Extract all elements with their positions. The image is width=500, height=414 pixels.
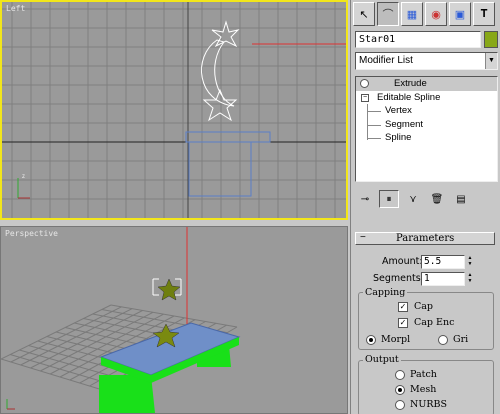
morph-label: Morpl — [381, 334, 411, 345]
configure-sets-icon[interactable]: ▤ — [451, 190, 471, 208]
perspective-viewport-label[interactable]: Perspective — [5, 229, 58, 238]
tree-branch — [367, 111, 381, 112]
cap-start-label: Cap — [414, 301, 434, 312]
stack-subitem-spline[interactable]: Spline — [356, 131, 497, 145]
modifier-list-dropdown[interactable]: Modifier List ▼ — [355, 52, 498, 70]
grid-radio[interactable] — [438, 335, 448, 345]
object-color-swatch[interactable] — [484, 31, 498, 48]
star-shape-top[interactable] — [211, 20, 240, 48]
cursor-arrow-icon: ↖ — [359, 8, 369, 21]
stack-subitem-segment[interactable]: Segment — [356, 118, 497, 132]
create-tab[interactable]: ↖ — [353, 2, 375, 26]
modifier-stack[interactable]: Extrude − Editable Spline Vertex Segment… — [355, 76, 498, 182]
morph-radio[interactable] — [366, 335, 376, 345]
tree-branch — [367, 124, 381, 126]
motion-icon: ◉ — [431, 8, 441, 21]
stack-item-label: Spline — [385, 132, 412, 143]
modifier-list-label: Modifier List — [359, 55, 413, 66]
svg-text:z: z — [22, 174, 25, 180]
modify-tab[interactable]: ⌒ — [377, 2, 399, 26]
stack-item-editable-spline[interactable]: − Editable Spline — [356, 91, 497, 105]
stack-item-label: Extrude — [394, 78, 427, 89]
mesh-label: Mesh — [410, 384, 437, 395]
table-outline[interactable] — [185, 131, 271, 197]
modify-bend-icon: ⌒ — [382, 9, 394, 21]
display-icon: ▣ — [454, 8, 466, 21]
segments-spinner-arrows[interactable]: ▲ ▼ — [466, 272, 474, 286]
lightbulb-icon[interactable] — [360, 79, 369, 88]
output-title: Output — [363, 354, 401, 365]
motion-tab[interactable]: ◉ — [425, 2, 447, 26]
nurbs-radio[interactable] — [395, 400, 405, 410]
hierarchy-icon: ▦ — [406, 8, 418, 21]
patch-label: Patch — [410, 369, 437, 380]
remove-modifier-icon[interactable]: 🗑 — [427, 190, 447, 208]
display-tab[interactable]: ▣ — [449, 2, 471, 26]
make-unique-icon[interactable]: ⋎ — [403, 190, 423, 208]
perspective-scene — [1, 227, 241, 413]
collapse-minus-icon[interactable]: − — [361, 93, 369, 102]
show-end-result-icon[interactable]: ⏸ — [379, 190, 399, 208]
stack-subitem-vertex[interactable]: Vertex — [356, 104, 497, 118]
utilities-tab[interactable]: 𝐓 — [473, 2, 495, 26]
tree-branch — [367, 138, 381, 139]
chevron-down-icon[interactable]: ▼ — [485, 53, 497, 69]
patch-radio[interactable] — [395, 370, 405, 380]
command-panel-tabs: ↖ ⌒ ▦ ◉ ▣ 𝐓 — [353, 2, 499, 28]
amount-label: Amount: — [382, 256, 423, 267]
stack-item-label: Vertex — [385, 105, 412, 116]
hierarchy-tab[interactable]: ▦ — [401, 2, 423, 26]
cap-end-label: Cap Enc — [414, 317, 455, 328]
left-viewport[interactable]: z Left — [0, 0, 348, 220]
left-viewport-label[interactable]: Left — [6, 4, 25, 13]
object-name-field[interactable]: Star01 — [355, 31, 481, 48]
stack-item-label: Segment — [385, 118, 424, 130]
parameters-rollout-header[interactable]: − Parameters — [355, 232, 495, 245]
stack-item-label: Editable Spline — [377, 91, 441, 103]
axis-tripod: z — [17, 174, 30, 199]
nurbs-label: NURBS — [410, 399, 447, 410]
segments-label: Segments: — [373, 273, 424, 284]
mesh-radio[interactable] — [395, 385, 405, 395]
cap-end-checkbox[interactable]: ✓ — [398, 318, 408, 328]
parameters-title: Parameters — [396, 233, 455, 244]
max-ui: z Left Perspective ↖ ⌒ ▦ ◉ ▣ 𝐓 Star01 Mo… — [0, 0, 500, 414]
grid-label: Gri — [453, 334, 469, 345]
utilities-hammer-icon: 𝐓 — [480, 7, 488, 20]
left-viewport-grid: z — [2, 2, 346, 218]
perspective-axis-tripod — [6, 399, 15, 410]
segments-spinner[interactable]: 1 — [421, 272, 465, 286]
cap-start-checkbox[interactable]: ✓ — [398, 302, 408, 312]
pin-stack-icon[interactable]: ⊸ — [355, 190, 375, 208]
amount-spinner[interactable]: 5.5 — [421, 255, 465, 269]
amount-spinner-arrows[interactable]: ▲ ▼ — [466, 255, 474, 269]
collapse-minus-icon: − — [360, 232, 366, 243]
stack-toolbar: ⊸ ⏸ ⋎ 🗑 ▤ — [355, 188, 498, 210]
capping-title: Capping — [363, 287, 408, 298]
star-object-upper[interactable] — [152, 278, 182, 301]
stack-item-extrude[interactable]: Extrude — [356, 77, 497, 91]
perspective-viewport[interactable]: Perspective — [0, 226, 348, 414]
